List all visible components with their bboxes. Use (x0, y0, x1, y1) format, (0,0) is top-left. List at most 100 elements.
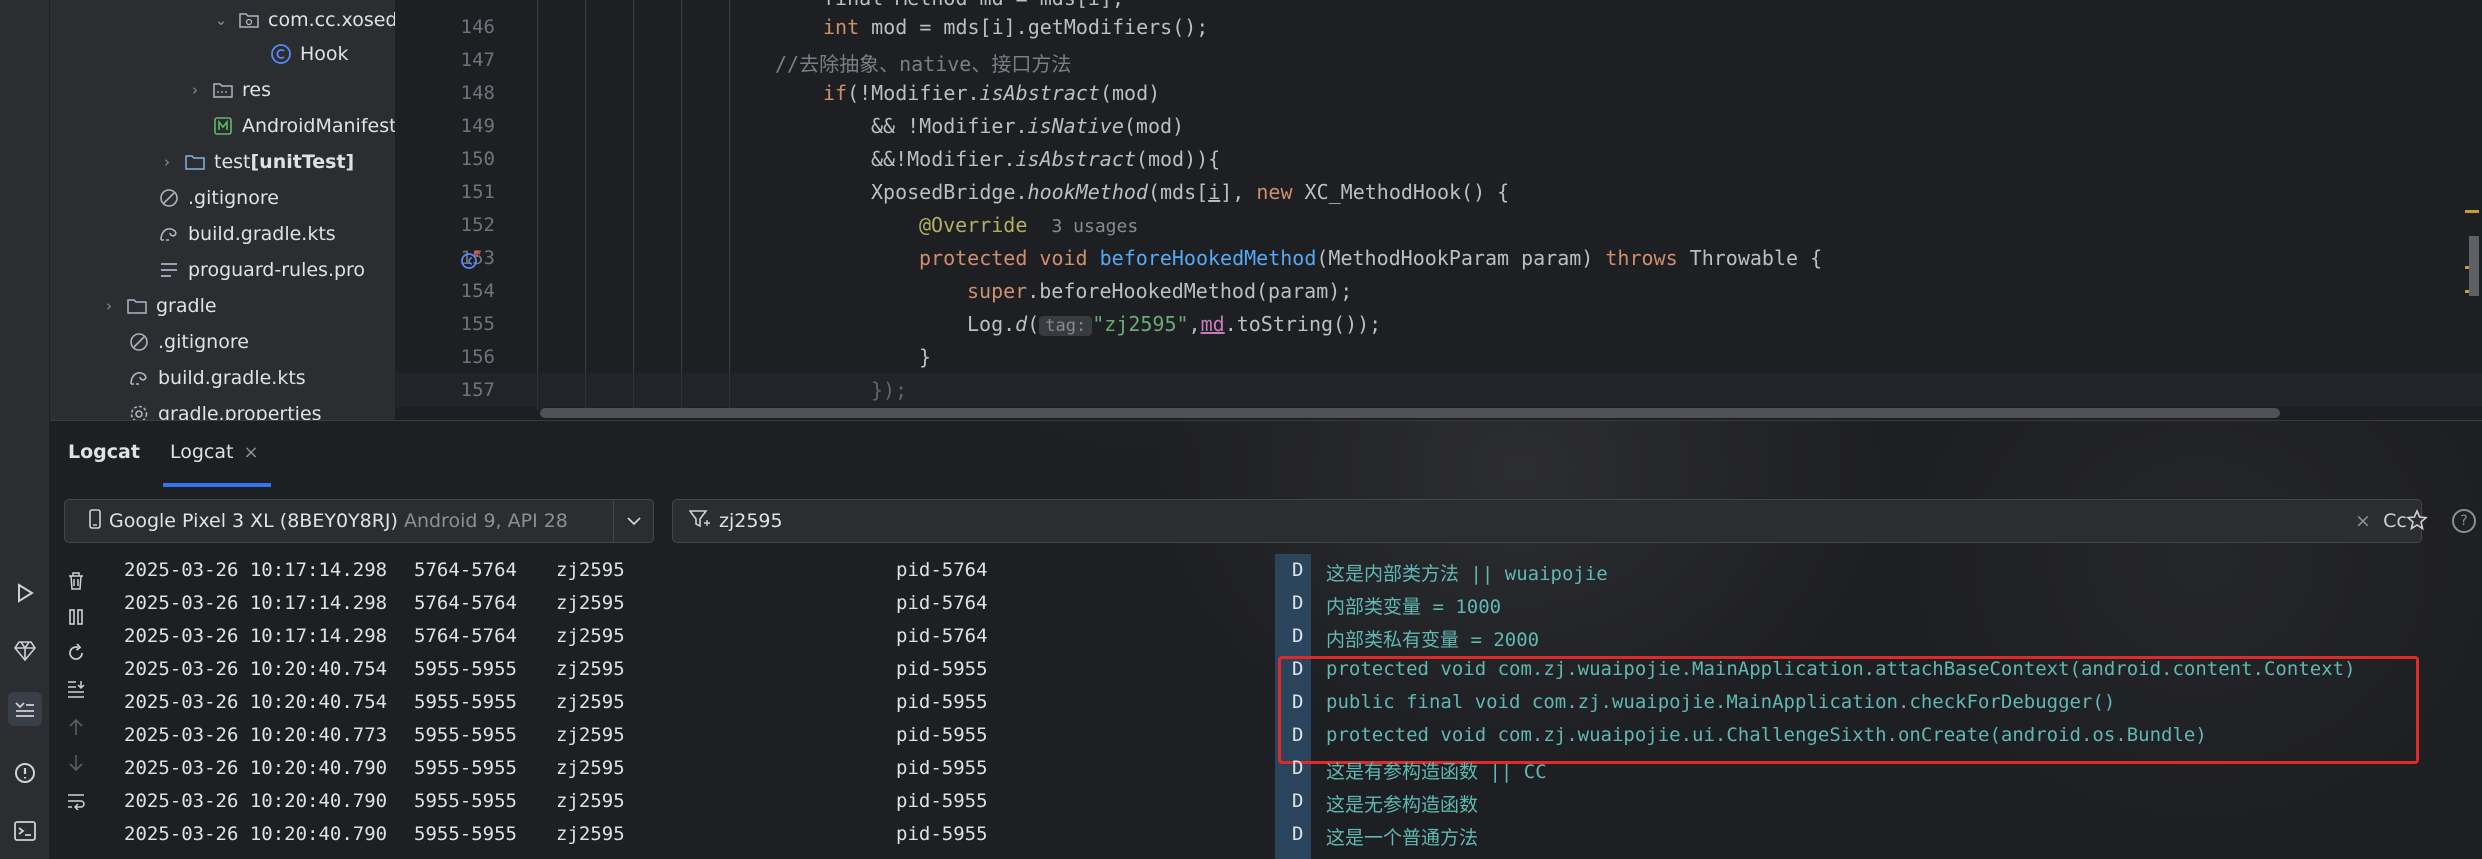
logcat-output[interactable]: 2025-03-26 10:17:14.298 5764-5764 zj2595 pi… (106, 555, 2482, 859)
log-message: 这是内部类方法 || wuaipojie (1326, 563, 1608, 585)
code-editor[interactable]: final Method md = mds[i]; 146 147 148 14… (395, 0, 2482, 420)
chevron-down-icon[interactable] (613, 500, 653, 542)
current-line-highlight (395, 373, 2482, 407)
tree-item-manifest[interactable]: AndroidManifest. (212, 108, 395, 144)
tree-item-build-gradle-root[interactable]: build.gradle.kts (128, 360, 306, 396)
log-message: 这是有参构造函数 || CC (1326, 761, 1547, 783)
gem-icon[interactable] (8, 634, 42, 668)
log-row[interactable]: 2025-03-26 10:20:40.790 5955-5955 zj2595 pi… (106, 819, 2482, 852)
ignore-icon (128, 331, 150, 353)
log-row[interactable]: 2025-03-26 10:17:14.298 5764-5764 zj2595 pi… (106, 555, 2482, 588)
tree-item-gitignore-root[interactable]: .gitignore (128, 324, 249, 360)
tab-logcat[interactable]: Logcat × (170, 441, 259, 463)
log-process: pid-5955 (896, 658, 988, 680)
log-message: 这是一个普通方法 (1326, 827, 1479, 849)
log-row[interactable]: 2025-03-26 10:20:40.790 5955-5955 zj2595 pi… (106, 753, 2482, 786)
log-tag: zj2595 (556, 724, 625, 746)
gradle-icon (158, 223, 180, 245)
log-row[interactable]: 2025-03-26 10:17:14.298 5764-5764 zj2595 pi… (106, 588, 2482, 621)
log-row[interactable]: 2025-03-26 10:17:14.298 5764-5764 zj2595 pi… (106, 621, 2482, 654)
text-file-icon (158, 259, 180, 281)
indent-guide (585, 0, 586, 410)
device-api: Android 9, API 28 (403, 510, 568, 532)
log-tag: zj2595 (556, 592, 625, 614)
tool-window-strip (0, 0, 50, 859)
log-tag: zj2595 (556, 757, 625, 779)
log-level: D (1292, 724, 1304, 746)
log-level: D (1292, 757, 1304, 779)
tree-item-proguard[interactable]: proguard-rules.pro (158, 252, 365, 288)
log-process: pid-5764 (896, 625, 988, 647)
log-row[interactable]: 2025-03-26 10:20:40.754 5955-5955 zj2595 pi… (106, 654, 2482, 687)
tree-item-package[interactable]: ⌄ com.cc.xosedd (212, 2, 395, 38)
log-pid: 5764-5764 (414, 592, 517, 614)
log-process: pid-5764 (896, 559, 988, 581)
parameter-hint: tag: (1039, 316, 1093, 336)
log-time: 2025-03-26 10:17:14.298 (124, 625, 388, 647)
arrow-up-icon[interactable] (60, 711, 92, 743)
run-icon[interactable] (8, 576, 42, 610)
code-line-149: && !Modifier.isNative(mod) (871, 114, 1185, 138)
clear-filter-icon[interactable]: × (2353, 500, 2373, 542)
line-number: 148 (460, 82, 495, 104)
code-line-152: @Override 3 usages (919, 213, 1139, 237)
tree-item-gradle-properties[interactable]: gradle.properties (128, 396, 322, 420)
code-line-145: final Method md = mds[i]; (823, 0, 1124, 10)
tree-item-gitignore[interactable]: .gitignore (158, 180, 279, 216)
chevron-right-icon: › (164, 153, 170, 171)
tree-item-build-gradle[interactable]: build.gradle.kts (158, 216, 336, 252)
line-number: 154 (460, 280, 495, 302)
arrow-down-icon[interactable] (60, 747, 92, 779)
close-icon[interactable]: × (243, 442, 258, 463)
log-row[interactable]: 2025-03-26 10:20:40.790 5955-5955 zj2595 pi… (106, 786, 2482, 819)
favorite-filter-icon[interactable] (2406, 508, 2428, 535)
project-tree: ⌄ com.cc.xosedd Hook › res AndroidManife… (50, 0, 395, 420)
tree-item-gradle-folder[interactable]: › gradle (100, 288, 217, 324)
device-selector[interactable]: Google Pixel 3 XL (8BEY0Y8RJ) Android 9,… (64, 499, 654, 543)
code-line-151: XposedBridge.hookMethod(mds[i], new XC_M… (871, 180, 1510, 204)
match-case-button[interactable]: Cc (2381, 500, 2409, 542)
device-name: Google Pixel 3 XL (8BEY0Y8RJ) (109, 510, 398, 532)
logcat-toolbar (50, 551, 106, 859)
log-level: D (1292, 823, 1304, 845)
manifest-icon (212, 115, 234, 137)
folder-icon (212, 79, 234, 101)
tree-item-hook-class[interactable]: Hook (270, 36, 349, 72)
log-process: pid-5764 (896, 592, 988, 614)
log-process: pid-5955 (896, 724, 988, 746)
logcat-icon[interactable] (8, 692, 42, 726)
override-gutter-icon[interactable] (460, 249, 482, 274)
pause-icon[interactable] (60, 601, 92, 633)
logcat-filter-input[interactable]: zj2595 × Cc (672, 499, 2422, 543)
tab-label: Logcat (170, 441, 234, 463)
help-icon[interactable]: ? (2452, 509, 2476, 533)
soft-wrap-icon[interactable] (60, 785, 92, 817)
editor-horizontal-scrollbar[interactable] (540, 408, 2280, 418)
restart-icon[interactable] (60, 637, 92, 669)
tree-item-label: test (214, 151, 251, 173)
line-number: 155 (460, 313, 495, 335)
terminal-icon[interactable] (8, 814, 42, 848)
log-pid: 5955-5955 (414, 691, 517, 713)
log-tag: zj2595 (556, 559, 625, 581)
tree-item-test[interactable]: › test [unitTest] (158, 144, 354, 180)
log-time: 2025-03-26 10:17:14.298 (124, 592, 388, 614)
code-line-155: Log.d(tag: "zj2595",md.toString()); (967, 312, 1382, 336)
scroll-to-end-icon[interactable] (60, 673, 92, 705)
log-time: 2025-03-26 10:17:14.298 (124, 559, 388, 581)
log-level: D (1292, 658, 1304, 680)
tree-item-res[interactable]: › res (186, 72, 271, 108)
problems-icon[interactable] (8, 756, 42, 790)
log-pid: 5764-5764 (414, 625, 517, 647)
line-number: 152 (460, 214, 495, 236)
log-row[interactable]: 2025-03-26 10:20:40.754 5955-5955 zj2595 pi… (106, 687, 2482, 720)
trash-icon[interactable] (60, 565, 92, 597)
filter-icon[interactable] (688, 509, 711, 534)
usages-hint[interactable]: 3 usages (1051, 216, 1138, 237)
indent-guide (729, 0, 730, 410)
log-time: 2025-03-26 10:20:40.790 (124, 823, 388, 845)
log-row[interactable]: 2025-03-26 10:20:40.773 5955-5955 zj2595 pi… (106, 720, 2482, 753)
log-process: pid-5955 (896, 790, 988, 812)
chevron-right-icon: › (106, 297, 112, 315)
log-message: 这是无参构造函数 (1326, 794, 1479, 816)
